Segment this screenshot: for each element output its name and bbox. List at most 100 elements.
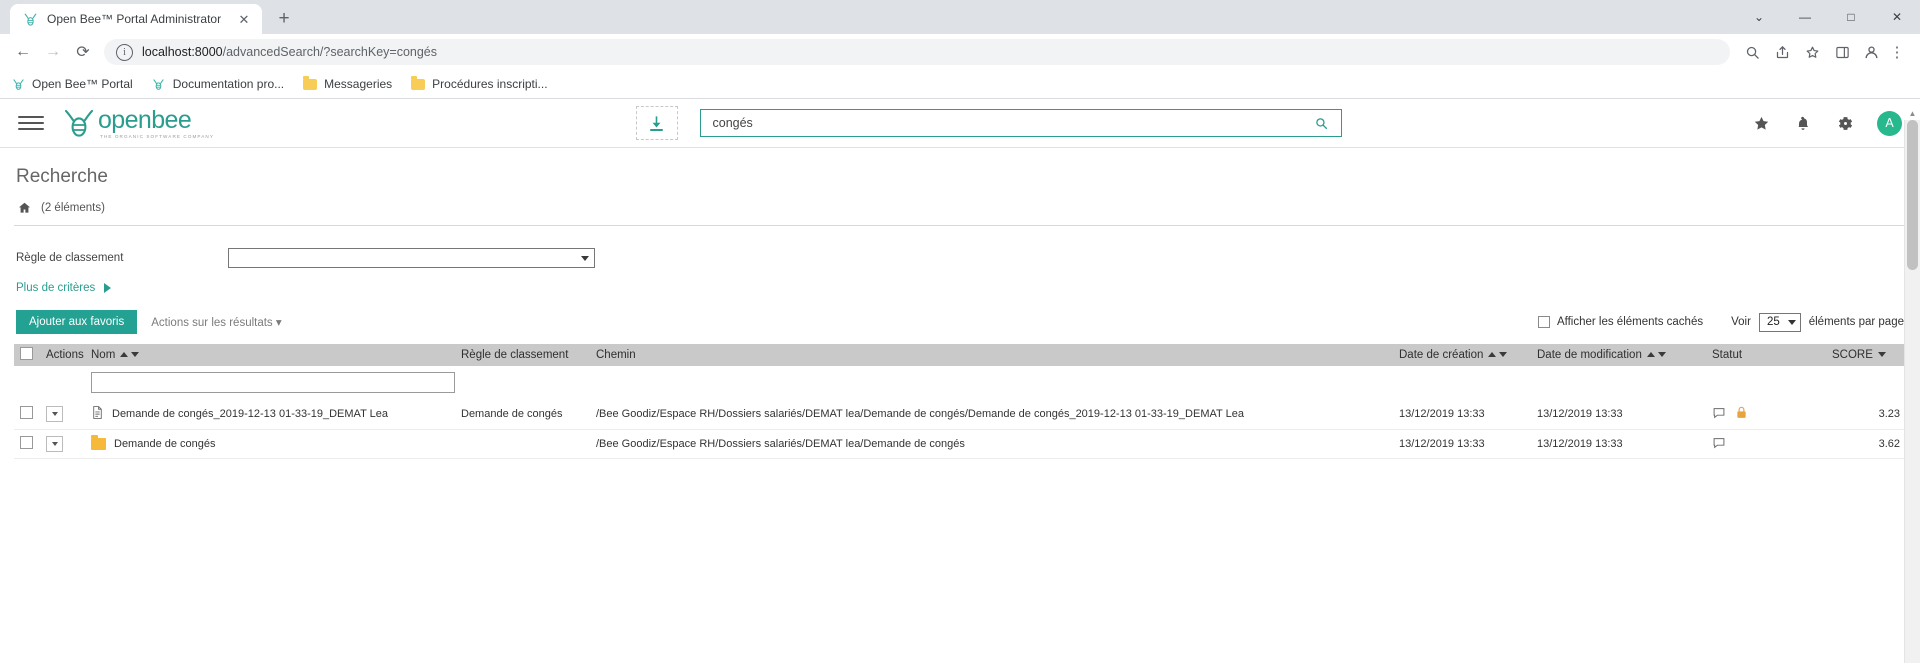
column-statut: Statut <box>1706 344 1826 366</box>
reload-icon[interactable]: ⟳ <box>68 37 98 67</box>
filter-empty-statut <box>1706 366 1826 399</box>
comment-icon[interactable] <box>1712 437 1726 452</box>
row-actions-menu[interactable] <box>46 406 63 422</box>
name-filter-input[interactable] <box>91 372 455 393</box>
browser-chrome: Open Bee™ Portal Administrator ✕ + ⌄ — □… <box>0 0 1920 99</box>
new-tab-button[interactable]: + <box>270 4 298 32</box>
minimize-icon[interactable]: — <box>1782 0 1828 34</box>
header-actions: A <box>1751 110 1902 136</box>
openbee-logo[interactable]: openbee THE ORGANIC SOFTWARE COMPANY <box>62 106 226 140</box>
sort-controls[interactable] <box>1488 352 1508 357</box>
table-row[interactable]: Demande de congés /Bee Goodiz/Espace RH/… <box>14 430 1906 459</box>
chevron-right-icon <box>104 283 112 293</box>
sort-desc-icon[interactable] <box>1499 352 1508 357</box>
sort-desc-icon[interactable] <box>1657 352 1666 357</box>
row-name-text[interactable]: Demande de congés_2019-12-13 01-33-19_DE… <box>112 408 388 420</box>
maximize-icon[interactable]: □ <box>1828 0 1874 34</box>
share-icon[interactable] <box>1768 38 1796 66</box>
sort-controls[interactable] <box>1877 352 1886 357</box>
download-import-icon[interactable] <box>635 106 678 140</box>
row-chemin: /Bee Goodiz/Espace RH/Dossiers salariés/… <box>596 438 965 450</box>
show-hidden-checkbox[interactable] <box>1537 316 1550 328</box>
url-host: localhost:8000 <box>142 45 223 59</box>
page-scrollbar[interactable]: ▲ <box>1904 109 1920 663</box>
row-name-text[interactable]: Demande de congés <box>114 438 216 450</box>
scroll-up-icon[interactable]: ▲ <box>1905 106 1920 120</box>
bookmark-star-icon[interactable] <box>1798 38 1826 66</box>
column-nom[interactable]: Nom <box>85 344 455 366</box>
sort-asc-icon[interactable] <box>1646 352 1655 357</box>
sort-asc-icon[interactable] <box>1488 352 1497 357</box>
sort-asc-icon[interactable] <box>120 352 129 357</box>
more-criteria-toggle[interactable]: Plus de critères <box>14 268 1906 294</box>
bookmark-label: Open Bee™ Portal <box>32 77 133 91</box>
row-date-modification: 13/12/2019 13:33 <box>1537 438 1623 450</box>
per-page-select[interactable]: 25 <box>1758 312 1801 332</box>
column-regle: Règle de classement <box>455 344 590 366</box>
name-with-icon: Demande de congés <box>91 435 449 450</box>
forward-icon[interactable]: → <box>38 37 68 67</box>
row-checkbox[interactable] <box>20 436 33 449</box>
search-bar[interactable] <box>699 109 1342 137</box>
bee-icon <box>62 108 96 138</box>
favorites-star-icon[interactable] <box>1751 113 1771 133</box>
bookmark-label: Documentation pro... <box>172 77 285 91</box>
chevron-down-icon[interactable]: ⌄ <box>1736 0 1782 34</box>
row-actions-menu[interactable] <box>46 436 63 452</box>
results-table: Actions Nom Règle de classement Chemin D… <box>14 344 1906 459</box>
row-date-creation: 13/12/2019 13:33 <box>1399 438 1485 450</box>
column-score-label: SCORE <box>1832 349 1873 361</box>
comment-icon[interactable] <box>1712 407 1726 422</box>
sort-desc-icon[interactable] <box>131 352 140 357</box>
sort-controls[interactable] <box>120 352 140 357</box>
sort-desc-icon[interactable] <box>1877 352 1886 357</box>
classification-rule-label: Règle de classement <box>16 252 124 264</box>
back-icon[interactable]: ← <box>8 37 38 67</box>
column-date-modification[interactable]: Date de modification <box>1531 344 1706 366</box>
row-actions-cell <box>40 399 85 430</box>
filter-empty-chemin <box>590 366 1393 399</box>
search-icon[interactable] <box>1313 114 1331 132</box>
browser-menu-icon[interactable]: ⋮ <box>1882 37 1912 67</box>
folder-icon <box>91 435 106 450</box>
table-row[interactable]: Demande de congés_2019-12-13 01-33-19_DE… <box>14 399 1906 430</box>
settings-gear-icon[interactable] <box>1835 113 1855 133</box>
filter-empty-score <box>1826 366 1906 399</box>
row-score: 3.23 <box>1878 408 1900 420</box>
row-regle: Demande de congés <box>461 408 563 420</box>
hamburger-icon[interactable] <box>18 113 44 133</box>
bookmark-item[interactable]: Procédures inscripti... <box>410 76 548 92</box>
avatar[interactable]: A <box>1877 110 1902 136</box>
filter-row <box>14 366 1906 399</box>
site-info-icon[interactable]: i <box>116 43 133 61</box>
home-icon[interactable] <box>16 200 33 216</box>
results-actions-menu[interactable]: Actions sur les résultats ▾ <box>151 315 281 329</box>
select-all-checkbox[interactable] <box>20 347 33 360</box>
column-score[interactable]: SCORE <box>1826 344 1906 366</box>
bee-icon <box>10 76 26 92</box>
window-close-icon[interactable]: ✕ <box>1874 0 1920 34</box>
bookmark-item[interactable]: Open Bee™ Portal <box>10 76 133 92</box>
svg-text:openbee: openbee <box>98 107 191 133</box>
window-controls: ⌄ — □ ✕ <box>1736 0 1920 34</box>
sidepanel-icon[interactable] <box>1828 38 1856 66</box>
lock-icon[interactable] <box>1736 406 1747 422</box>
column-date-creation[interactable]: Date de création <box>1393 344 1531 366</box>
add-to-favorites-button[interactable]: Ajouter aux favoris <box>16 310 138 334</box>
notifications-bell-icon[interactable] <box>1793 113 1813 133</box>
classification-rule-select[interactable] <box>228 248 595 268</box>
row-statut <box>1706 430 1826 459</box>
close-icon[interactable]: ✕ <box>236 11 252 27</box>
bookmark-item[interactable]: Documentation pro... <box>151 76 284 92</box>
search-icon[interactable] <box>1738 38 1766 66</box>
bookmark-item[interactable]: Messageries <box>302 76 392 92</box>
browser-tab[interactable]: Open Bee™ Portal Administrator ✕ <box>10 4 262 34</box>
row-checkbox[interactable] <box>20 406 33 419</box>
scrollbar-thumb[interactable] <box>1907 120 1918 270</box>
sort-controls[interactable] <box>1646 352 1666 357</box>
search-input[interactable] <box>710 115 1313 131</box>
filter-empty-select <box>14 366 40 399</box>
address-bar[interactable]: i localhost:8000/advancedSearch/?searchK… <box>104 39 1730 65</box>
profile-icon[interactable] <box>1860 41 1882 63</box>
column-date-creation-label: Date de création <box>1399 349 1484 361</box>
